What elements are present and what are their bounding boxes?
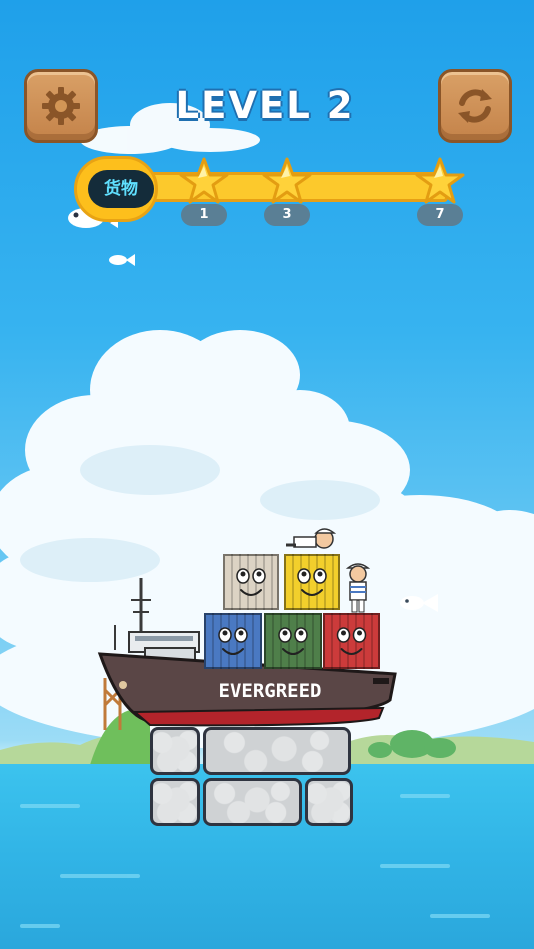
game-scene: LEVEL 2 货物 1 3 7 EVERGREED xyxy=(0,0,534,949)
restart-button[interactable] xyxy=(438,69,512,143)
smiley-face-icon xyxy=(297,568,327,596)
level-title: LEVEL 2 xyxy=(175,84,355,127)
ship-name: EVERGREED xyxy=(218,680,322,702)
gear-icon xyxy=(42,87,80,125)
smiley-face-icon xyxy=(278,627,308,655)
stone-block xyxy=(203,778,302,826)
milestone-label-3: 7 xyxy=(417,204,463,226)
fish-icon xyxy=(109,254,135,266)
star-icon xyxy=(415,157,465,204)
smiley-face-icon xyxy=(236,568,266,596)
refresh-icon xyxy=(458,89,492,123)
stone-block xyxy=(305,778,353,826)
stone-block xyxy=(150,778,200,826)
container-cream[interactable] xyxy=(223,554,279,610)
sailor-lying xyxy=(286,528,337,549)
container-red[interactable] xyxy=(323,613,380,669)
sailor-standing xyxy=(345,563,371,613)
container-blue[interactable] xyxy=(204,613,262,669)
stone-block xyxy=(203,727,351,775)
smiley-face-icon xyxy=(336,627,367,655)
star-icon xyxy=(179,157,229,204)
settings-button[interactable] xyxy=(24,69,98,143)
container-yellow[interactable] xyxy=(284,554,340,610)
milestone-label-2: 3 xyxy=(264,204,310,226)
milestone-label-1: 1 xyxy=(181,204,227,226)
cargo-badge-label: 货物 xyxy=(88,170,154,208)
star-icon xyxy=(262,157,312,204)
smiley-face-icon xyxy=(218,627,248,655)
stone-block xyxy=(150,727,200,775)
container-green[interactable] xyxy=(264,613,322,669)
